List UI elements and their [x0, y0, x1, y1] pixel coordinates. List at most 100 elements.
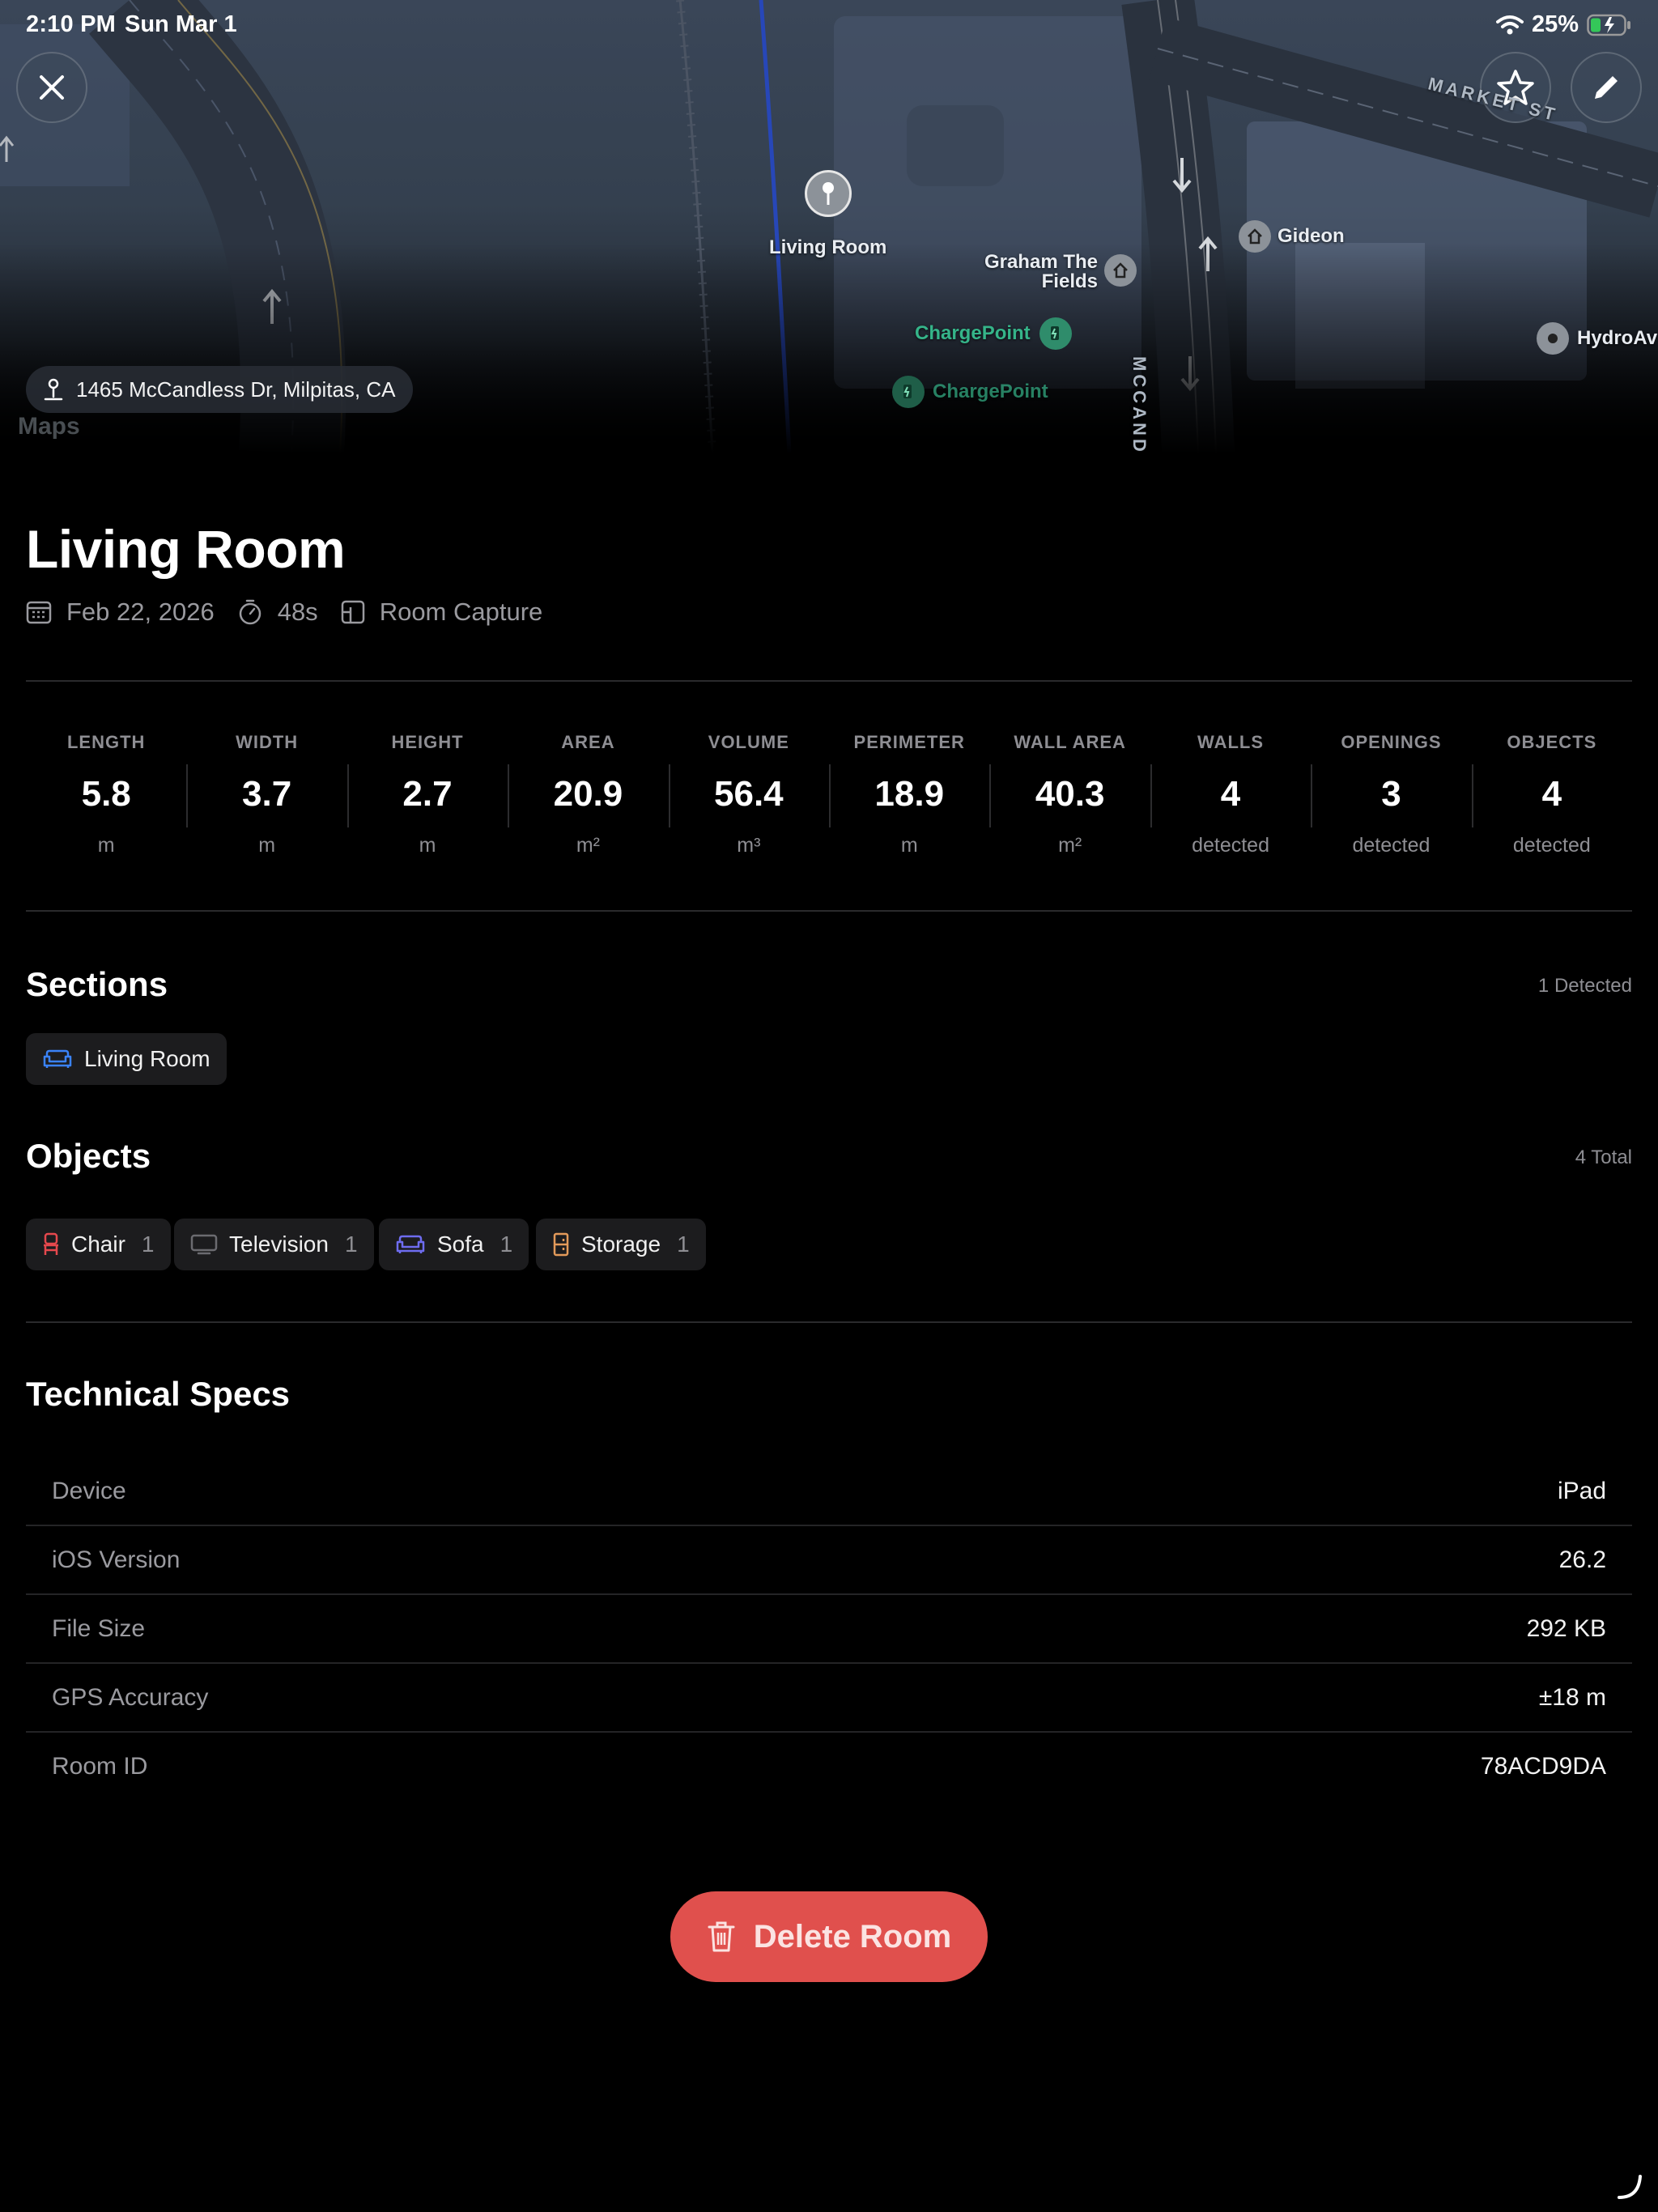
stat-label: PERIMETER	[853, 732, 965, 752]
stat-unit: detected	[1352, 834, 1431, 857]
spec-key: Room ID	[52, 1753, 148, 1780]
divider	[26, 910, 1632, 912]
stat-unit: m	[419, 834, 436, 857]
wifi-icon	[1495, 15, 1524, 34]
stat-label: WALL AREA	[1014, 732, 1126, 752]
sections-count: 1 Detected	[1537, 975, 1632, 997]
spec-row-ios-version: iOS Version 26.2	[26, 1526, 1632, 1594]
poi-home-marker[interactable]	[1104, 254, 1137, 287]
poi-label-hydro: HydroAv	[1577, 327, 1658, 349]
room-capture-type: Room Capture	[379, 598, 543, 626]
close-button[interactable]	[16, 52, 87, 123]
object-chip-storage[interactable]: Storage 1	[536, 1219, 706, 1270]
tv-icon	[190, 1234, 218, 1255]
poi-label-chargepoint-1: ChargePoint	[915, 322, 1031, 344]
spec-key: iOS Version	[52, 1546, 181, 1573]
stat-unit: detected	[1192, 834, 1269, 857]
trash-icon	[708, 1921, 735, 1952]
section-chip-living-room[interactable]: Living Room	[26, 1033, 227, 1085]
object-chip-count: 1	[500, 1231, 513, 1257]
house-icon	[1248, 228, 1262, 245]
stat-value: 4	[1220, 774, 1241, 814]
room-duration: 48s	[277, 598, 318, 626]
battery-icon	[1587, 14, 1630, 36]
house-icon	[1113, 262, 1128, 279]
object-chip-chair[interactable]: Chair 1	[26, 1219, 171, 1270]
stat-width: WIDTH 3.7 m	[186, 725, 346, 871]
edit-button[interactable]	[1571, 52, 1642, 123]
object-chip-label: Storage	[581, 1231, 661, 1257]
charger-marker-2[interactable]	[892, 376, 925, 408]
stat-unit: m	[97, 834, 115, 857]
stat-unit: m³	[737, 834, 761, 857]
section-chip-label: Living Room	[84, 1046, 210, 1071]
calendar-icon	[26, 601, 52, 624]
tech-specs-heading: Technical Specs	[26, 1375, 291, 1413]
stat-area: AREA 20.9 m²	[508, 725, 668, 871]
stat-unit: detected	[1512, 834, 1591, 857]
object-chip-label: Television	[229, 1231, 329, 1257]
spec-row-room-id: Room ID 78ACD9DA	[26, 1733, 1632, 1801]
poi-hydro-marker[interactable]	[1537, 322, 1569, 355]
address-pill[interactable]: 1465 McCandless Dr, Milpitas, CA	[26, 366, 414, 413]
object-chip-sofa[interactable]: Sofa 1	[379, 1219, 529, 1270]
stat-unit: m	[900, 834, 918, 857]
object-chip-television[interactable]: Television 1	[174, 1219, 374, 1270]
charger-icon	[903, 385, 912, 398]
stat-value: 56.4	[714, 774, 784, 814]
object-chip-count: 1	[141, 1231, 155, 1257]
stat-value: 18.9	[874, 774, 945, 814]
stat-walls: WALLS 4 detected	[1150, 725, 1311, 871]
poi-label-gideon: Gideon	[1278, 225, 1345, 247]
sections-heading: Sections	[26, 965, 168, 1003]
poi-label-chargepoint-2: ChargePoint	[933, 381, 1048, 402]
spec-value: iPad	[1557, 1478, 1606, 1504]
room-date: Feb 22, 2026	[66, 598, 215, 626]
room-location-pin[interactable]	[805, 170, 852, 217]
divider	[26, 680, 1632, 682]
sofa-icon	[43, 1049, 72, 1068]
object-chip-label: Chair	[71, 1231, 125, 1257]
stat-wall-area: WALL AREA 40.3 m²	[989, 725, 1150, 871]
stat-label: HEIGHT	[391, 732, 464, 752]
status-date: Sun Mar 1	[125, 11, 237, 37]
charger-marker-1[interactable]	[1039, 317, 1072, 350]
pin-label: Living Room	[769, 236, 887, 258]
object-chip-label: Sofa	[437, 1231, 484, 1257]
stat-value: 3.7	[242, 774, 292, 814]
spec-row-file-size: File Size 292 KB	[26, 1595, 1632, 1663]
stat-unit: m²	[576, 834, 600, 857]
poi-label-fields: Fields	[1041, 270, 1098, 292]
stat-label: AREA	[561, 732, 615, 752]
stat-unit: m²	[1058, 834, 1082, 857]
stat-label: OBJECTS	[1507, 732, 1597, 752]
status-time: 2:10 PM	[26, 11, 116, 37]
timer-icon	[239, 599, 261, 625]
stat-value: 2.7	[402, 774, 453, 814]
stat-value: 20.9	[553, 774, 623, 814]
resize-corner-icon[interactable]	[1616, 2173, 1643, 2201]
sofa-icon	[396, 1235, 425, 1253]
stat-value: 40.3	[1035, 774, 1105, 814]
stat-value: 3	[1381, 774, 1401, 814]
poi-gideon-marker[interactable]	[1239, 220, 1271, 253]
objects-count: 4 Total	[1575, 1146, 1632, 1168]
spec-key: Device	[52, 1478, 126, 1504]
stat-label: WIDTH	[236, 732, 299, 752]
spec-key: File Size	[52, 1615, 146, 1642]
spec-value: 292 KB	[1526, 1615, 1606, 1642]
status-indicators: 25%	[1495, 11, 1632, 38]
stat-objects: OBJECTS 4 detected	[1471, 725, 1632, 871]
map-fade	[0, 243, 1658, 453]
battery-percent: 25%	[1531, 11, 1579, 37]
map-view[interactable]: 2:10 PM Sun Mar 1 25% MARKET ST MCCANDLE…	[0, 0, 1658, 453]
delete-room-button[interactable]: Delete Room	[670, 1891, 988, 1982]
object-chip-count: 1	[677, 1231, 690, 1257]
stat-height: HEIGHT 2.7 m	[346, 725, 508, 871]
objects-heading: Objects	[26, 1137, 151, 1175]
stat-value: 5.8	[81, 774, 131, 814]
stat-unit: m	[258, 834, 276, 857]
stat-label: LENGTH	[66, 732, 146, 752]
street-label-mccandless: MCCANDLESS	[1129, 356, 1150, 453]
pin-icon	[823, 182, 834, 205]
